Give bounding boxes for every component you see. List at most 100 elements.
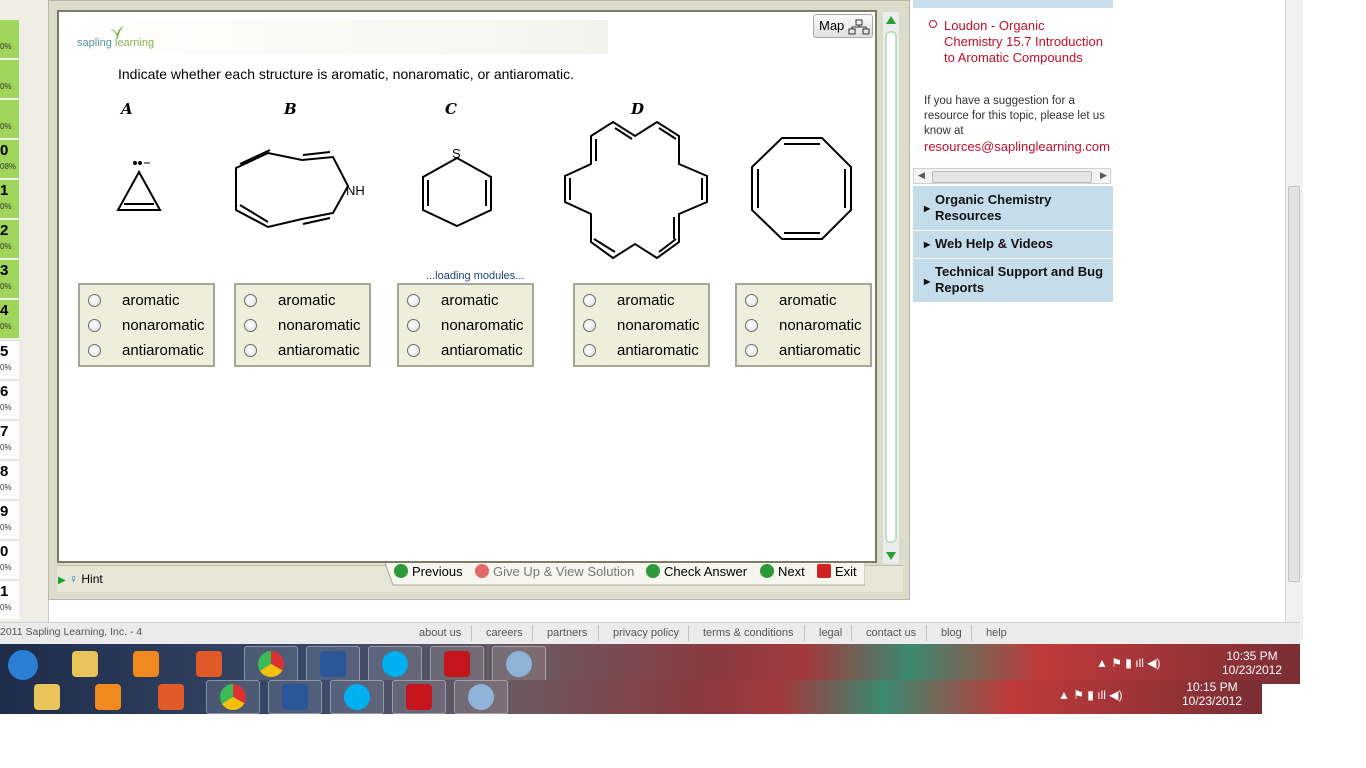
radio-icon[interactable] — [583, 294, 596, 307]
lightbulb-icon: ♀ — [69, 572, 79, 586]
footer-link-contact-us[interactable]: contact us — [866, 627, 916, 639]
folder-icon[interactable] — [34, 684, 60, 710]
question-list-item[interactable]: 6 0% — [0, 380, 19, 419]
question-list-item[interactable]: 8 0% — [0, 460, 19, 499]
panel-header-strip — [913, 0, 1113, 8]
radio-icon[interactable] — [407, 294, 420, 307]
footer-link-terms[interactable]: terms & conditions — [703, 627, 793, 639]
radio-icon[interactable] — [583, 344, 596, 357]
page-scrollbar[interactable]: ▼ — [1285, 0, 1303, 640]
clock[interactable]: 10:35 PM 10/23/2012 — [1212, 649, 1292, 677]
scroll-thumb[interactable] — [932, 171, 1092, 183]
question-score: 0% — [0, 443, 12, 452]
resources-email-link[interactable]: resources@saplinglearning.com — [924, 139, 1110, 154]
taskbar-chrome[interactable] — [206, 680, 260, 714]
acrobat-icon — [406, 684, 432, 710]
scroll-left-icon[interactable]: ◀ — [918, 170, 925, 181]
footer-link-help[interactable]: help — [986, 627, 1007, 639]
question-list-item[interactable]: 4 0% — [0, 300, 19, 338]
system-tray-icons[interactable]: ▲ ⚑ ▮ ıll ◀) — [1096, 656, 1206, 670]
taskbar-skype[interactable] — [330, 680, 384, 714]
check-answer-button[interactable]: Check Answer — [646, 564, 747, 579]
hint-label: Hint — [81, 572, 103, 586]
media-player-icon[interactable] — [95, 684, 121, 710]
chemical-structures — [116, 120, 852, 260]
media-player-icon[interactable] — [133, 651, 159, 677]
panel-horizontal-scrollbar[interactable]: ◀ ▶ — [913, 168, 1111, 184]
word-icon — [320, 651, 346, 677]
radio-icon[interactable] — [244, 344, 257, 357]
accordion-label: Web Help & Videos — [935, 236, 1053, 251]
radio-icon[interactable] — [583, 319, 596, 332]
taskbar-top: ▲ ⚑ ▮ ıll ◀) 10:35 PM 10/23/2012 — [0, 644, 1300, 684]
footer-link-about-us[interactable]: about us — [419, 627, 461, 639]
office-icon[interactable] — [158, 684, 184, 710]
clock[interactable]: 10:15 PM 10/23/2012 — [1172, 680, 1252, 708]
arrow-right-icon — [760, 564, 774, 578]
radio-icon[interactable] — [88, 319, 101, 332]
nh-atom-label: NH — [346, 183, 365, 198]
system-tray-icons[interactable]: ▲ ⚑ ▮ ıll ◀) — [1058, 688, 1168, 702]
exit-label: Exit — [835, 564, 857, 579]
chrome-icon — [258, 651, 284, 677]
page-scroll-thumb[interactable] — [1288, 186, 1300, 582]
footer-link-privacy-policy[interactable]: privacy policy — [613, 627, 679, 639]
previous-button[interactable]: Previous — [394, 564, 463, 579]
taskbar-word[interactable] — [268, 680, 322, 714]
accordion-label: Technical Support and Bug Reports — [935, 264, 1104, 295]
question-score: 0% — [0, 363, 12, 372]
question-list-item[interactable]: 9 0% — [0, 500, 19, 539]
footer-link-partners[interactable]: partners — [547, 627, 587, 639]
radio-icon[interactable] — [745, 294, 758, 307]
radio-icon[interactable] — [745, 319, 758, 332]
question-list-item[interactable]: 5 0% — [0, 340, 19, 379]
accordion-technical-support[interactable]: ▶ Technical Support and Bug Reports — [913, 259, 1113, 303]
accordion-label: Organic Chemistry Resources — [935, 192, 1052, 223]
taskbar-paint[interactable] — [454, 680, 508, 714]
taskbar-skype[interactable] — [368, 646, 422, 682]
radio-icon[interactable] — [407, 319, 420, 332]
question-list-item[interactable]: 0 0% — [0, 540, 19, 579]
accordion-web-help-videos[interactable]: ▶ Web Help & Videos — [913, 231, 1113, 259]
folder-icon[interactable] — [72, 651, 98, 677]
radio-icon[interactable] — [244, 294, 257, 307]
chrome-icon — [220, 684, 246, 710]
radio-icon[interactable] — [745, 344, 758, 357]
options-a: aromatic nonaromatic antiaromatic — [78, 283, 215, 367]
question-list-item[interactable]: 7 0% — [0, 420, 19, 459]
resource-link[interactable]: Loudon - Organic Chemistry 15.7 Introduc… — [944, 18, 1104, 66]
radio-icon[interactable] — [244, 319, 257, 332]
clock-time: 10:35 PM — [1226, 649, 1278, 663]
office-icon[interactable] — [196, 651, 222, 677]
taskbar-paint[interactable] — [492, 646, 546, 682]
radio-icon[interactable] — [407, 344, 420, 357]
internet-explorer-icon[interactable] — [8, 650, 38, 680]
next-button[interactable]: Next — [760, 564, 805, 579]
question-score: 0% — [0, 403, 12, 412]
accordion-organic-chemistry-resources[interactable]: ▶ Organic Chemistry Resources — [913, 186, 1113, 231]
question-list-item[interactable]: 1 0% — [0, 580, 19, 619]
checkmark-icon — [646, 564, 660, 578]
question-number: 1 — [0, 583, 9, 600]
taskbar-acrobat[interactable] — [430, 646, 484, 682]
taskbar-acrobat[interactable] — [392, 680, 446, 714]
footer-link-blog[interactable]: blog — [941, 627, 962, 639]
footer-link-legal[interactable]: legal — [819, 627, 842, 639]
options-e: aromatic nonaromatic antiaromatic — [735, 283, 872, 367]
hint-button[interactable]: ▶ ♀ Hint — [58, 572, 103, 586]
stage-scrollbar[interactable] — [883, 12, 899, 564]
structure-b — [235, 149, 350, 229]
footer-link-careers[interactable]: careers — [486, 627, 523, 639]
radio-icon[interactable] — [88, 344, 101, 357]
scroll-right-icon[interactable]: ▶ — [1100, 170, 1107, 181]
give-up-button[interactable]: Give Up & View Solution — [475, 564, 634, 579]
exit-button[interactable]: Exit — [817, 564, 857, 579]
question-score: 0% — [0, 483, 12, 492]
give-up-label: Give Up & View Solution — [493, 564, 635, 579]
skype-icon — [382, 651, 408, 677]
exit-icon — [817, 564, 831, 578]
taskbar-chrome[interactable] — [244, 646, 298, 682]
radio-icon[interactable] — [88, 294, 101, 307]
question-number: 4 — [0, 302, 9, 319]
taskbar-word[interactable] — [306, 646, 360, 682]
